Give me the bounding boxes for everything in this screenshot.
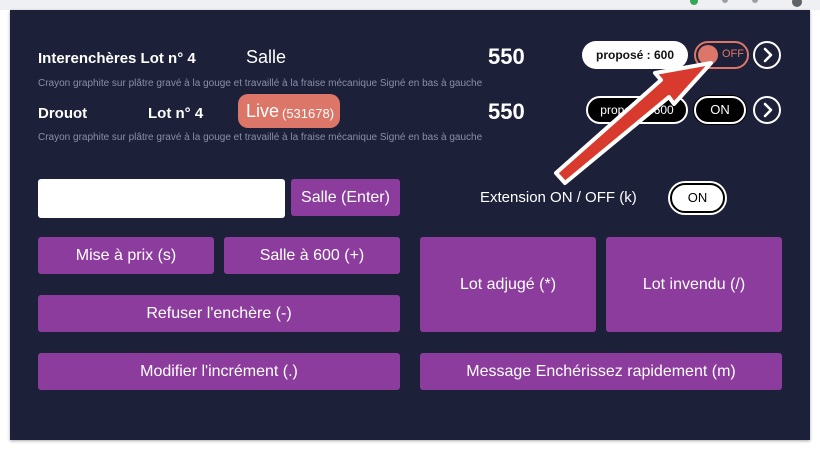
status-dot-icon bbox=[690, 0, 698, 5]
extension-icon[interactable] bbox=[722, 0, 728, 3]
extension-panel: Interenchères Lot n° 4 Salle 550 proposé… bbox=[10, 10, 810, 440]
annotation-arrow-icon bbox=[554, 61, 713, 185]
browser-top-strip bbox=[0, 0, 820, 10]
extension-icon[interactable] bbox=[752, 0, 758, 3]
extension-icon[interactable] bbox=[792, 0, 802, 7]
